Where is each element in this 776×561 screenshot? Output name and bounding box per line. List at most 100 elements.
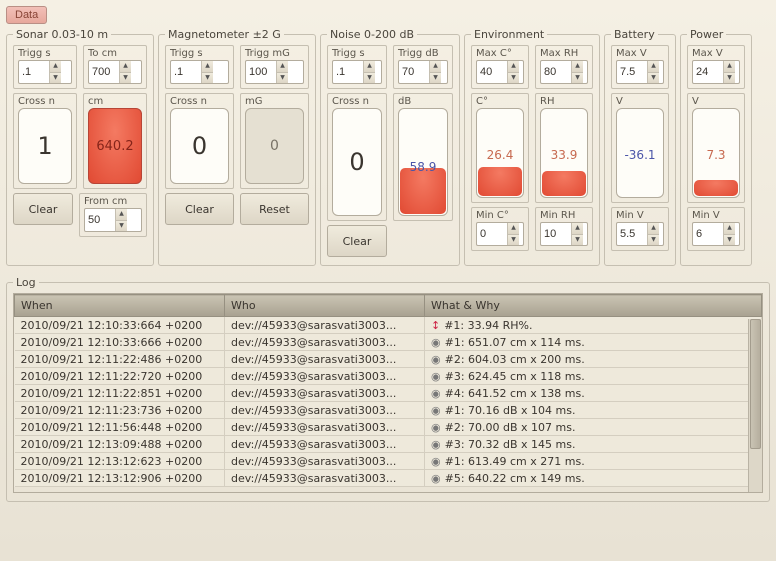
mag-trigg-s-spinner[interactable]: ▲▼: [170, 60, 229, 84]
spinner-down-icon[interactable]: ▼: [50, 73, 61, 84]
sonar-from-cm-input[interactable]: [85, 209, 115, 231]
pwr-minv-input[interactable]: [693, 223, 723, 245]
table-row[interactable]: 2010/09/21 12:11:22:486 +0200dev://45933…: [15, 351, 762, 368]
env-maxc-input[interactable]: [477, 61, 507, 83]
pwr-maxv-spinner[interactable]: ▲▼: [692, 60, 740, 84]
noise-trigg-s-spinner[interactable]: ▲▼: [332, 60, 382, 84]
spinner-up-icon[interactable]: ▲: [277, 61, 288, 73]
pwr-maxv-input[interactable]: [693, 61, 723, 83]
env-maxrh-input[interactable]: [541, 61, 571, 83]
spinner-down-icon[interactable]: ▼: [202, 73, 213, 84]
log-scrollbar[interactable]: [748, 319, 762, 492]
table-row[interactable]: 2010/09/21 12:11:22:720 +0200dev://45933…: [15, 368, 762, 385]
env-maxrh-spinner[interactable]: ▲▼: [540, 60, 588, 84]
log-col-what[interactable]: What & Why: [425, 295, 762, 317]
spinner-down-icon[interactable]: ▼: [116, 221, 127, 232]
bat-minv-spinner[interactable]: ▲▼: [616, 222, 664, 246]
spinner-up-icon[interactable]: ▲: [202, 61, 213, 73]
env-c-meter: 26.4: [476, 108, 524, 198]
table-row[interactable]: 2010/09/21 12:11:56:448 +0200dev://45933…: [15, 419, 762, 436]
noise-trigg-db-input[interactable]: [399, 61, 429, 83]
pwr-legend: Power: [687, 28, 726, 41]
noise-panel: Noise 0-200 dB Trigg s ▲▼ Trigg dB ▲▼ Cr…: [320, 28, 460, 266]
table-row[interactable]: 2010/09/21 12:13:12:623 +0200dev://45933…: [15, 453, 762, 470]
sonar-to-cm-spinner[interactable]: ▲▼: [88, 60, 142, 84]
noise-trigg-s-input[interactable]: [333, 61, 363, 83]
bat-maxv-input[interactable]: [617, 61, 647, 83]
spinner-up-icon[interactable]: ▲: [572, 223, 583, 235]
spinner-up-icon[interactable]: ▲: [430, 61, 441, 73]
bat-minv-input[interactable]: [617, 223, 647, 245]
spinner-up-icon[interactable]: ▲: [508, 61, 519, 73]
table-cell: dev://45933@sarasvati3003...: [225, 385, 425, 402]
spinner-down-icon[interactable]: ▼: [277, 73, 288, 84]
table-cell: dev://45933@sarasvati3003...: [225, 334, 425, 351]
spinner-down-icon[interactable]: ▼: [364, 73, 375, 84]
spinner-down-icon[interactable]: ▼: [120, 73, 131, 84]
sonar-cm-label: cm: [88, 96, 142, 108]
sonar-clear-button[interactable]: Clear: [13, 193, 73, 225]
spinner-down-icon[interactable]: ▼: [508, 73, 519, 84]
spinner-up-icon[interactable]: ▲: [724, 61, 735, 73]
spinner-up-icon[interactable]: ▲: [508, 223, 519, 235]
table-row[interactable]: 2010/09/21 12:13:12:906 +0200dev://45933…: [15, 470, 762, 487]
env-rh-label: RH: [540, 96, 554, 108]
mag-clear-button[interactable]: Clear: [165, 193, 234, 225]
sensor-panels: Sonar 0.03-10 m Trigg s ▲▼ To cm ▲▼ Cros…: [6, 28, 770, 266]
spinner-down-icon[interactable]: ▼: [724, 235, 735, 246]
spinner-up-icon[interactable]: ▲: [648, 61, 659, 73]
env-minc-spinner[interactable]: ▲▼: [476, 222, 524, 246]
log-col-who[interactable]: Who: [225, 295, 425, 317]
sonar-to-cm-input[interactable]: [89, 61, 119, 83]
spinner-up-icon[interactable]: ▲: [116, 209, 127, 221]
spinner-up-icon[interactable]: ▲: [572, 61, 583, 73]
pwr-minv-spinner[interactable]: ▲▼: [692, 222, 740, 246]
spinner-down-icon[interactable]: ▼: [648, 235, 659, 246]
spinner-up-icon[interactable]: ▲: [364, 61, 375, 73]
env-c-fill: [478, 167, 522, 196]
spinner-up-icon[interactable]: ▲: [724, 223, 735, 235]
sonar-trigg-s-spinner[interactable]: ▲▼: [18, 60, 72, 84]
bat-maxv-spinner[interactable]: ▲▼: [616, 60, 664, 84]
sonar-trigg-s-label: Trigg s: [18, 48, 72, 60]
spinner-down-icon[interactable]: ▼: [430, 73, 441, 84]
mag-trigg-mg-input[interactable]: [246, 61, 276, 83]
table-row[interactable]: 2010/09/21 12:13:09:488 +0200dev://45933…: [15, 436, 762, 453]
env-minc-input[interactable]: [477, 223, 507, 245]
battery-panel: Battery Max V ▲▼ V -36.1 Min V ▲▼: [604, 28, 676, 266]
spinner-down-icon[interactable]: ▼: [572, 73, 583, 84]
noise-trigg-db-label: Trigg dB: [398, 48, 448, 60]
mag-trigg-mg-spinner[interactable]: ▲▼: [245, 60, 304, 84]
spinner-down-icon[interactable]: ▼: [648, 73, 659, 84]
mag-crossn-display: 0: [170, 108, 229, 184]
table-cell: 2010/09/21 12:11:56:448 +0200: [15, 419, 225, 436]
spinner-up-icon[interactable]: ▲: [50, 61, 61, 73]
sonar-icon: ◉: [431, 353, 441, 366]
table-row[interactable]: 2010/09/21 12:11:23:736 +0200dev://45933…: [15, 402, 762, 419]
mag-trigg-s-input[interactable]: [171, 61, 201, 83]
data-button[interactable]: Data: [6, 6, 47, 24]
mag-reset-button[interactable]: Reset: [240, 193, 309, 225]
spinner-up-icon[interactable]: ▲: [648, 223, 659, 235]
table-row[interactable]: 2010/09/21 12:10:33:664 +0200dev://45933…: [15, 317, 762, 334]
mag-trigg-mg-label: Trigg mG: [245, 48, 304, 60]
spinner-up-icon[interactable]: ▲: [120, 61, 131, 73]
noise-trigg-db-spinner[interactable]: ▲▼: [398, 60, 448, 84]
table-cell: 2010/09/21 12:10:33:666 +0200: [15, 334, 225, 351]
table-row[interactable]: 2010/09/21 12:10:33:666 +0200dev://45933…: [15, 334, 762, 351]
env-minrh-input[interactable]: [541, 223, 571, 245]
log-col-when[interactable]: When: [15, 295, 225, 317]
spinner-down-icon[interactable]: ▼: [572, 235, 583, 246]
noise-clear-button[interactable]: Clear: [327, 225, 387, 257]
spinner-down-icon[interactable]: ▼: [724, 73, 735, 84]
table-cell: ◉#1: 70.16 dB x 104 ms.: [425, 402, 762, 419]
env-maxc-spinner[interactable]: ▲▼: [476, 60, 524, 84]
log-scroll-thumb[interactable]: [750, 319, 761, 449]
bat-legend: Battery: [611, 28, 658, 41]
table-row[interactable]: 2010/09/21 12:11:22:851 +0200dev://45933…: [15, 385, 762, 402]
table-cell: dev://45933@sarasvati3003...: [225, 453, 425, 470]
sonar-from-cm-spinner[interactable]: ▲▼: [84, 208, 142, 232]
sonar-trigg-s-input[interactable]: [19, 61, 49, 83]
env-minrh-spinner[interactable]: ▲▼: [540, 222, 588, 246]
spinner-down-icon[interactable]: ▼: [508, 235, 519, 246]
